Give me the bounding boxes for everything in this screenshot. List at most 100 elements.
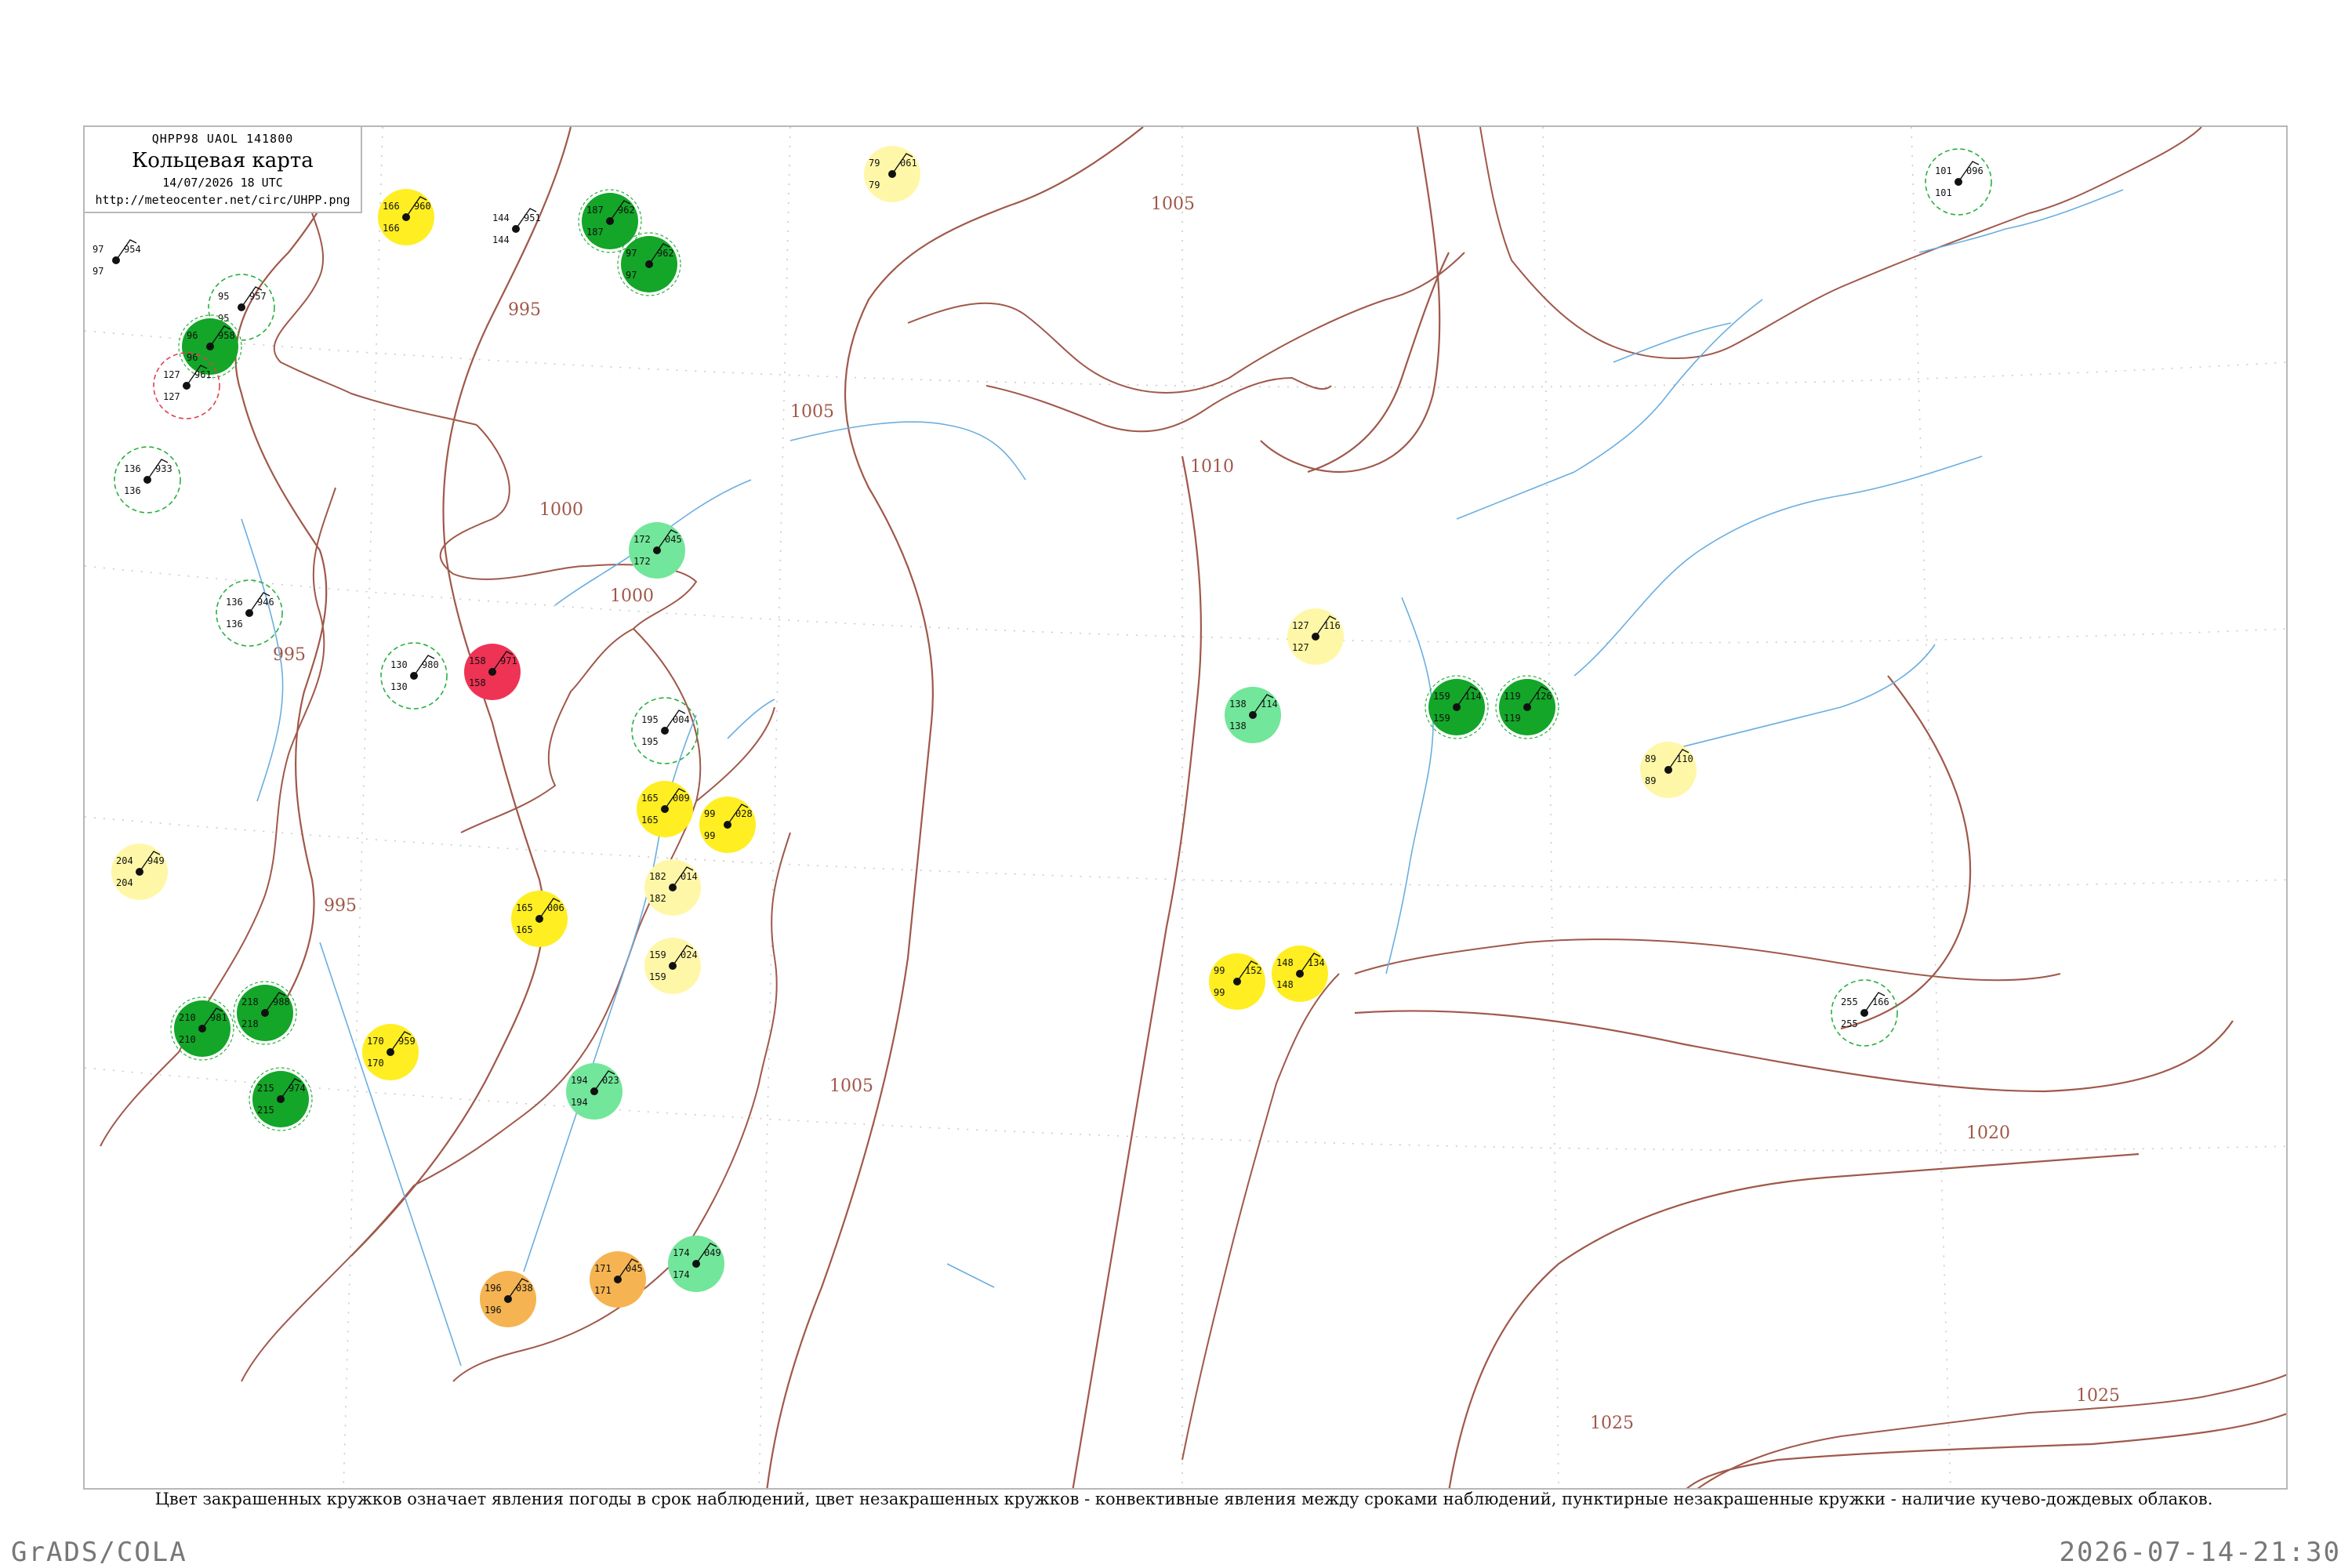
bulletin-code: QHPP98 UAOL 141800 [151, 132, 294, 146]
isobar-label: 995 [508, 300, 541, 320]
station-temperature: 204 [116, 855, 133, 866]
station-marker[interactable]: 218 988 218 [233, 981, 297, 1045]
station-temperature-lower: 144 [492, 234, 510, 245]
station-pressure: 957 [249, 291, 267, 302]
station-temperature-lower: 170 [367, 1058, 384, 1069]
station-temperature: 187 [586, 205, 604, 216]
station-marker[interactable]: 215 974 215 [249, 1067, 313, 1131]
station-temperature: 119 [1504, 691, 1521, 702]
station-pressure: 009 [673, 793, 690, 804]
station-pressure: 962 [618, 205, 635, 216]
station-temperature-lower: 210 [179, 1034, 196, 1045]
station-marker[interactable]: 159 114 159 [1425, 675, 1489, 739]
station-temperature-lower: 148 [1276, 979, 1294, 990]
station-temperature: 210 [179, 1012, 196, 1023]
station-marker[interactable]: 159 024 159 [644, 938, 701, 994]
station-temperature: 97 [93, 244, 103, 255]
station-marker[interactable]: 130 980 130 [380, 642, 448, 710]
station-marker[interactable]: 89 110 89 [1640, 742, 1697, 798]
station-temperature: 136 [124, 463, 141, 474]
station-pressure: 014 [681, 871, 698, 882]
station-pressure: 166 [1872, 996, 1889, 1007]
station-pressure: 045 [626, 1263, 643, 1274]
isobar-label: 1005 [1151, 194, 1195, 214]
station-temperature-lower: 196 [485, 1305, 502, 1316]
isobar-label: 995 [273, 645, 306, 665]
station-temperature: 171 [594, 1263, 612, 1274]
station-pressure: 114 [1261, 699, 1278, 710]
station-temperature-lower: 187 [586, 227, 604, 238]
station-marker[interactable]: 96 95896 [178, 314, 242, 379]
map-datetime: 14/07/2026 18 UTC [162, 176, 283, 190]
station-pressure: 949 [147, 855, 165, 866]
station-marker[interactable]: 79 061 79 [864, 146, 920, 202]
station-marker[interactable]: 182 014 182 [644, 859, 701, 916]
station-temperature: 89 [1645, 753, 1656, 764]
station-temperature: 172 [633, 534, 651, 545]
station-temperature: 79 [869, 158, 880, 169]
isobar-labels: 995 995 995 1000 1000 1005 1005 1005 101… [273, 194, 2120, 1433]
station-marker[interactable]: 101 096 101 [1925, 148, 1992, 216]
station-temperature-lower: 127 [1292, 642, 1309, 653]
station-temperature-lower: 171 [594, 1285, 612, 1296]
station-marker[interactable]: 144 951 144 [492, 208, 541, 245]
station-temperature-lower: 159 [1433, 713, 1450, 724]
station-temperature-lower: 136 [124, 485, 141, 496]
station-marker[interactable]: 99 028 99 [699, 797, 756, 853]
isobar-label: 1005 [829, 1076, 873, 1096]
station-temperature-lower: 174 [673, 1269, 690, 1280]
station-marker[interactable]: 204 949 204 [111, 844, 168, 900]
station-marker[interactable]: 97 954 97 [93, 239, 141, 277]
station-temperature: 158 [469, 655, 486, 666]
station-pressure: 988 [273, 996, 290, 1007]
isobar-1010 [1072, 456, 1203, 1488]
station-marker[interactable]: 127 116 127 [1287, 608, 1344, 665]
station-pressure: 024 [681, 949, 698, 960]
station-marker[interactable]: 165 009 165 [637, 781, 693, 837]
station-marker[interactable]: 172 045 172 [629, 522, 685, 579]
station-marker[interactable]: 158 971 158 [464, 644, 521, 700]
station-temperature-lower: 127 [163, 391, 180, 402]
station-pressure: 114 [1465, 691, 1482, 702]
station-temperature: 196 [485, 1283, 502, 1294]
station-temperature: 255 [1841, 996, 1858, 1007]
station-marker[interactable]: 119 126 119 [1495, 675, 1559, 739]
map-url[interactable]: http://meteocenter.net/circ/UHPP.png [85, 193, 361, 207]
station-marker[interactable]: 210 981 210 [170, 996, 234, 1061]
station-marker[interactable]: 166 960 166 [378, 189, 434, 245]
station-marker[interactable]: 138 114 138 [1225, 687, 1281, 743]
station-marker[interactable]: 194 023 194 [566, 1063, 622, 1120]
station-temperature-lower: 79 [869, 180, 880, 191]
station-pressure: 980 [422, 659, 439, 670]
isobar-label: 1020 [1966, 1123, 2010, 1143]
station-marker[interactable]: 136 933 136 [114, 446, 181, 514]
station-marker[interactable]: 97 962 97 [617, 232, 681, 296]
station-marker[interactable]: 174 049 174 [668, 1236, 724, 1292]
station-pressure: 023 [602, 1075, 619, 1086]
station-pressure: 971 [500, 655, 517, 666]
station-marker[interactable]: 171 045 171 [590, 1251, 646, 1308]
station-marker[interactable]: 136 946 136 [216, 579, 283, 647]
map-title: Кольцевая карта [132, 149, 314, 172]
station-marker[interactable]: 99 152 99 [1209, 953, 1265, 1010]
station-temperature: 96 [187, 330, 198, 341]
station-marker[interactable]: 170 959 170 [362, 1024, 419, 1080]
station-marker[interactable]: 196 038 196 [480, 1271, 536, 1327]
station-temperature-lower: 182 [649, 893, 666, 904]
station-marker[interactable]: 195 004 195 [631, 697, 699, 764]
isobar-1005-b [1260, 127, 1441, 474]
station-pressure: 061 [900, 158, 917, 169]
station-pressure: 110 [1676, 753, 1693, 764]
isobar-1015 [1840, 675, 1972, 1030]
station-temperature: 144 [492, 212, 510, 223]
map-frame[interactable]: 995 995 995 1000 1000 1005 1005 1005 101… [83, 125, 2288, 1490]
isobar-995 [234, 127, 353, 1022]
station-marker[interactable]: 255 166 255 [1831, 979, 1898, 1047]
synoptic-map[interactable]: 995 995 995 1000 1000 1005 1005 1005 101… [85, 127, 2288, 1490]
station-temperature: 99 [704, 808, 715, 819]
station-marker[interactable]: 165 006 165 [511, 891, 568, 947]
station-temperature: 166 [383, 201, 400, 212]
station-marker[interactable]: 148 134 148 [1272, 946, 1328, 1002]
station-pressure: 096 [1966, 165, 1984, 176]
isobar-1020 [1354, 1010, 2234, 1093]
